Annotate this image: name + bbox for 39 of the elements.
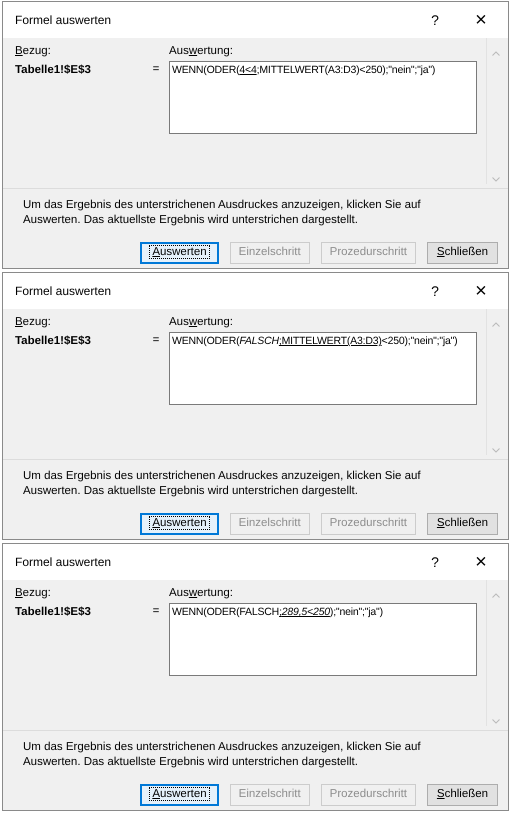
formula-box[interactable]: WENN(ODER(4<4;MITTELWERT(A3:D3)<250);"nein";"ja") bbox=[169, 61, 477, 134]
window-title: Formel auswerten bbox=[15, 554, 112, 571]
close-button[interactable]: × bbox=[466, 547, 496, 577]
dialog-button[interactable]: Schließen bbox=[427, 242, 498, 264]
close-button[interactable]: × bbox=[466, 276, 496, 306]
equals-sign: = bbox=[152, 62, 160, 77]
hint-text: Um das Ergebnis des unterstrichenen Ausdruckes anzuzeigen, klicken Sie auf Auswerten. Das aktuellste Ergebnis wird unterstrichen dargestellt. bbox=[22, 469, 422, 499]
window-title: Formel auswerten bbox=[15, 283, 112, 300]
evaluation-label: Auswertung: bbox=[169, 586, 233, 601]
equals-sign: = bbox=[152, 333, 160, 348]
reference-value: Tabelle1!$E$3 bbox=[15, 605, 91, 620]
scroll-down-icon[interactable] bbox=[492, 448, 500, 453]
reference-label: Bezug: bbox=[15, 315, 51, 330]
window-title: Formel auswerten bbox=[15, 12, 112, 29]
scroll-down-icon[interactable] bbox=[492, 719, 500, 724]
close-button[interactable]: × bbox=[466, 5, 496, 35]
dialog-button[interactable]: Auswerten bbox=[140, 513, 219, 535]
help-button[interactable]: ? bbox=[420, 280, 450, 302]
hint-text: Um das Ergebnis des unterstrichenen Ausdruckes anzuzeigen, klicken Sie auf Auswerten. Das aktuellste Ergebnis wird unterstrichen dargestellt. bbox=[22, 198, 422, 228]
dialog-button[interactable]: Schließen bbox=[427, 784, 498, 806]
hint-text: Um das Ergebnis des unterstrichenen Ausdruckes anzuzeigen, klicken Sie auf Auswerten. Das aktuellste Ergebnis wird unterstrichen dargestellt. bbox=[22, 740, 422, 770]
scroll-up-icon[interactable] bbox=[492, 322, 500, 327]
dialog-button[interactable]: Auswerten bbox=[140, 784, 219, 806]
help-button[interactable]: ? bbox=[420, 10, 450, 30]
scroll-up-icon[interactable] bbox=[492, 593, 500, 598]
help-button[interactable]: ? bbox=[420, 552, 450, 572]
dialog-button[interactable]: Schließen bbox=[427, 513, 498, 535]
evaluation-label: Auswertung: bbox=[169, 315, 233, 330]
scroll-up-icon[interactable] bbox=[492, 51, 500, 56]
evaluation-label: Auswertung: bbox=[169, 44, 233, 59]
scroll-down-icon[interactable] bbox=[492, 177, 500, 182]
reference-label: Bezug: bbox=[15, 586, 51, 601]
dialog-button[interactable]: Auswerten bbox=[140, 242, 219, 264]
reference-label: Bezug: bbox=[15, 44, 51, 59]
formula-box[interactable]: WENN(ODER(FALSCH;289,5<250);"nein";"ja") bbox=[169, 603, 477, 676]
reference-value: Tabelle1!$E$3 bbox=[15, 63, 91, 78]
formula-box[interactable]: WENN(ODER(FALSCH;MITTELWERT(A3:D3)<250);"nein";"ja") bbox=[169, 332, 477, 406]
equals-sign: = bbox=[152, 604, 160, 619]
reference-value: Tabelle1!$E$3 bbox=[15, 334, 91, 350]
